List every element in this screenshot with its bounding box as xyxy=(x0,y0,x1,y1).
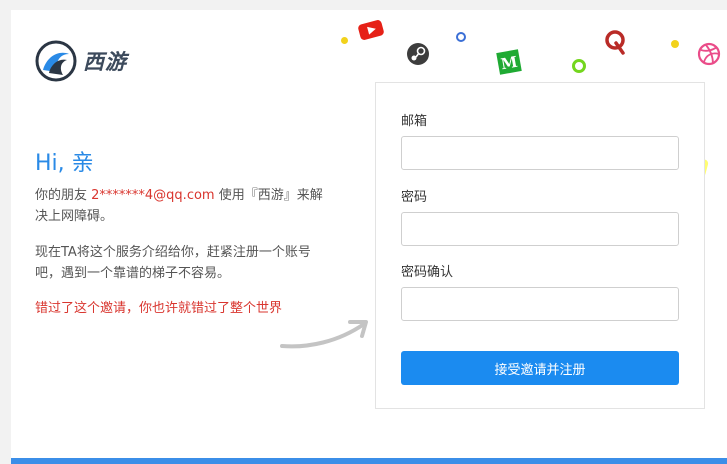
invite-description: 现在TA将这个服务介绍给你，赶紧注册一个账号吧，遇到一个靠谱的梯子不容易。 xyxy=(35,245,311,281)
arrow-icon xyxy=(280,320,368,349)
wave-logo-icon xyxy=(35,40,77,82)
youtube-icon xyxy=(358,20,384,40)
registration-form: 邮箱 密码 密码确认 接受邀请并注册 xyxy=(375,82,705,409)
brand-name: 西游 xyxy=(83,50,127,74)
confirm-password-input[interactable] xyxy=(401,287,679,321)
yellow-dot xyxy=(341,37,348,44)
password-input[interactable] xyxy=(401,212,679,246)
password-label: 密码 xyxy=(401,190,428,205)
inviter-email: 2*******4@qq.com xyxy=(91,188,215,203)
brand-logo: 西游 xyxy=(35,40,127,82)
invite-text-before: 你的朋友 xyxy=(35,188,92,203)
green-ring xyxy=(572,59,586,73)
quora-icon xyxy=(605,30,625,55)
invite-message: 你的朋友 2*******4@qq.com 使用『西游』来解决上网障碍。 xyxy=(35,185,335,227)
dribbble-icon xyxy=(697,42,721,66)
greeting: Hi, 亲 xyxy=(35,151,94,176)
email-input[interactable] xyxy=(401,136,679,170)
warning-text: 错过了这个邀请，你也许就错过了整个世界 xyxy=(35,301,283,316)
accept-register-button[interactable]: 接受邀请并注册 xyxy=(401,351,679,385)
steam-icon xyxy=(407,43,429,65)
confirm-password-label: 密码确认 xyxy=(401,265,454,280)
svg-text:M: M xyxy=(499,53,518,74)
bottom-bar xyxy=(11,458,727,464)
yellow-dot-2 xyxy=(671,40,679,48)
medium-icon: M xyxy=(496,49,522,75)
blue-ring xyxy=(456,32,466,42)
email-label: 邮箱 xyxy=(401,114,428,129)
